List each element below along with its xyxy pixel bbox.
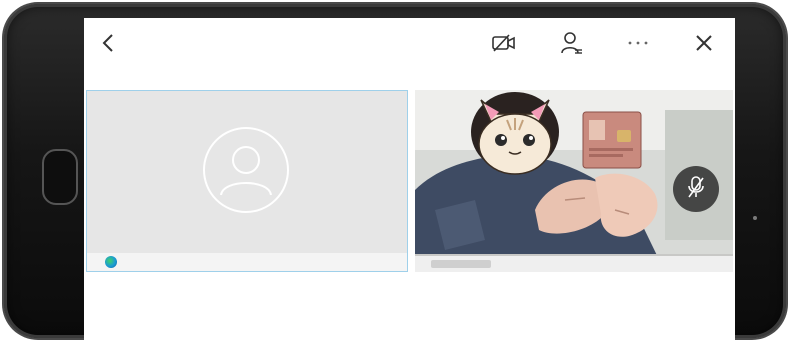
home-button[interactable]	[42, 149, 78, 205]
more-button[interactable]	[623, 28, 653, 58]
camera-toggle-button[interactable]	[489, 28, 519, 58]
bottom-area	[84, 274, 735, 342]
person-list-icon	[560, 30, 584, 56]
mic-off-icon	[685, 174, 707, 205]
more-horizontal-icon	[627, 40, 649, 46]
mic-off-indicator	[673, 166, 719, 212]
participant-tile-self[interactable]	[86, 90, 408, 272]
chevron-left-icon	[100, 32, 118, 54]
status-dot-icon	[105, 256, 117, 268]
participant-tile-video[interactable]	[415, 90, 733, 272]
camera-off-icon	[491, 32, 517, 54]
sensor-dot	[753, 216, 757, 220]
participant-name-blurred	[431, 260, 491, 268]
close-icon	[694, 33, 714, 53]
phone-frame	[4, 4, 786, 342]
close-button[interactable]	[689, 28, 719, 58]
back-button[interactable]	[94, 28, 124, 58]
participants-button[interactable]	[557, 28, 587, 58]
app-screen	[84, 18, 735, 342]
top-toolbar	[84, 18, 735, 68]
tile-footer	[415, 256, 733, 272]
tile-footer	[87, 253, 407, 271]
person-avatar-icon	[203, 127, 289, 213]
